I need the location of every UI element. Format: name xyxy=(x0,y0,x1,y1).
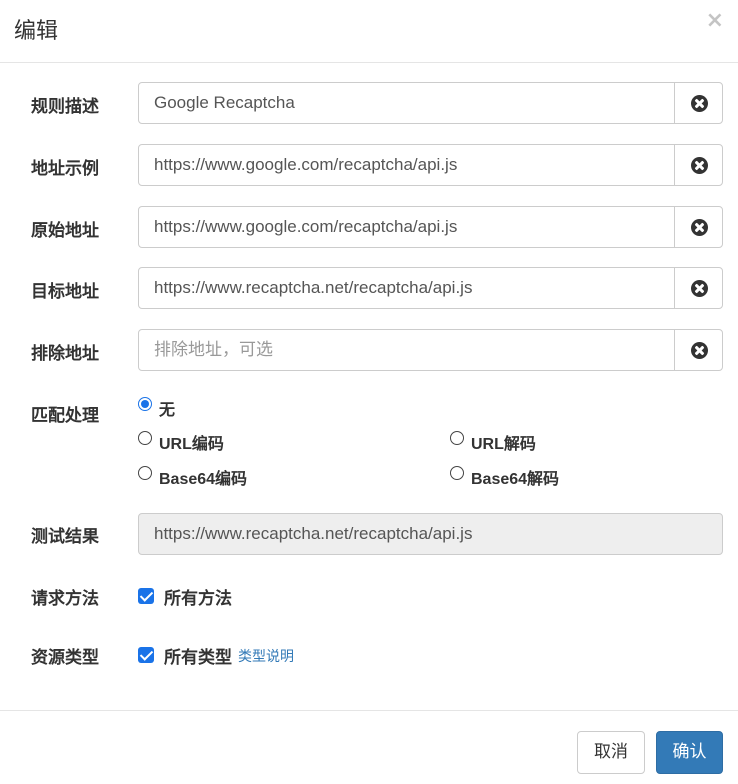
radio-none-label: 无 xyxy=(159,402,176,419)
edit-dialog: 编辑 × 规则描述 Google Recaptcha 地址示例 https://… xyxy=(0,0,738,784)
radio-base64-decode-label: Base64解码 xyxy=(471,471,560,488)
close-icon[interactable]: × xyxy=(706,10,724,32)
target-url-group: https://www.recaptcha.net/recaptcha/api.… xyxy=(138,267,723,309)
radio-none[interactable] xyxy=(138,397,152,411)
radio-base64-encode-label: Base64编码 xyxy=(159,471,248,488)
radio-url-decode[interactable] xyxy=(450,431,464,445)
clear-button[interactable] xyxy=(674,82,723,124)
rule-description-group: Google Recaptcha xyxy=(138,82,723,124)
test-result-field: https://www.recaptcha.net/recaptcha/api.… xyxy=(138,513,723,555)
target-url-label: 目标地址 xyxy=(31,282,99,302)
clear-button[interactable] xyxy=(674,144,723,186)
test-result-label: 测试结果 xyxy=(31,527,99,547)
resource-type-label: 资源类型 xyxy=(31,648,99,668)
rule-description-input[interactable]: Google Recaptcha xyxy=(138,82,675,124)
clear-button[interactable] xyxy=(674,267,723,309)
confirm-button[interactable]: 确认 xyxy=(656,731,723,774)
times-circle-icon xyxy=(691,219,708,236)
radio-url-encode[interactable] xyxy=(138,431,152,445)
all-types-checkbox[interactable] xyxy=(138,647,154,663)
target-url-input[interactable]: https://www.recaptcha.net/recaptcha/api.… xyxy=(138,267,675,309)
times-circle-icon xyxy=(691,95,708,112)
cancel-button[interactable]: 取消 xyxy=(577,731,645,774)
times-circle-icon xyxy=(691,280,708,297)
dialog-header: 编辑 × xyxy=(0,0,738,63)
times-circle-icon xyxy=(691,157,708,174)
source-url-input[interactable]: https://www.google.com/recaptcha/api.js xyxy=(138,206,675,248)
exclude-url-label: 排除地址 xyxy=(31,344,99,364)
exclude-url-group: 排除地址，可选 xyxy=(138,329,723,371)
rule-description-label: 规则描述 xyxy=(31,97,99,117)
url-example-group: https://www.google.com/recaptcha/api.js xyxy=(138,144,723,186)
all-methods-checkbox[interactable] xyxy=(138,588,154,604)
match-handling-label: 匹配处理 xyxy=(31,406,99,426)
request-method-label: 请求方法 xyxy=(31,589,99,609)
url-example-label: 地址示例 xyxy=(31,159,99,179)
clear-button[interactable] xyxy=(674,206,723,248)
times-circle-icon xyxy=(691,342,708,359)
radio-base64-decode[interactable] xyxy=(450,466,464,480)
url-example-input[interactable]: https://www.google.com/recaptcha/api.js xyxy=(138,144,675,186)
radio-url-encode-label: URL编码 xyxy=(159,436,224,453)
type-help-link[interactable]: 类型说明 xyxy=(238,646,294,666)
source-url-label: 原始地址 xyxy=(31,221,99,241)
source-url-group: https://www.google.com/recaptcha/api.js xyxy=(138,206,723,248)
all-types-label: 所有类型 xyxy=(164,648,232,668)
dialog-title: 编辑 xyxy=(14,19,59,44)
radio-base64-encode[interactable] xyxy=(138,466,152,480)
all-methods-label: 所有方法 xyxy=(164,589,232,609)
radio-url-decode-label: URL解码 xyxy=(471,436,536,453)
exclude-url-input[interactable]: 排除地址，可选 xyxy=(138,329,675,371)
clear-button[interactable] xyxy=(674,329,723,371)
dialog-footer: 取消 确认 xyxy=(0,710,738,784)
